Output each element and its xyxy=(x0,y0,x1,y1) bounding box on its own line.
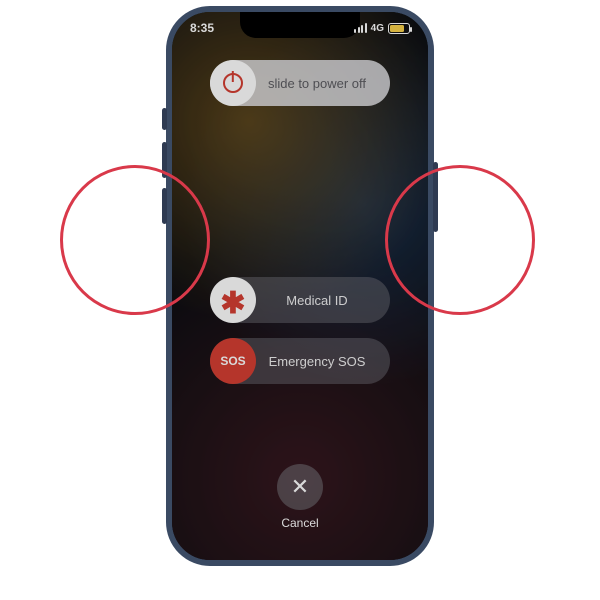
mute-switch[interactable] xyxy=(162,108,167,130)
power-icon xyxy=(223,73,243,93)
power-off-knob[interactable] xyxy=(210,60,256,106)
screen: 8:35 4G slide to power off ✱ Medical ID xyxy=(172,12,428,560)
battery-icon xyxy=(388,23,410,34)
signal-bars-icon xyxy=(354,23,367,33)
asterisk-icon: ✱ xyxy=(220,289,245,319)
annotation-circle-left xyxy=(60,165,210,315)
emergency-sos-slider[interactable]: SOS Emergency SOS xyxy=(210,338,390,384)
cancel-label: Cancel xyxy=(281,516,318,530)
network-label: 4G xyxy=(371,23,384,34)
cancel-area: ✕ Cancel xyxy=(277,464,323,530)
medical-id-label: Medical ID xyxy=(256,293,390,308)
iphone-frame: 8:35 4G slide to power off ✱ Medical ID xyxy=(166,6,434,566)
status-bar: 8:35 4G xyxy=(172,18,428,38)
cancel-button[interactable]: ✕ xyxy=(277,464,323,510)
power-off-label: slide to power off xyxy=(256,76,390,91)
annotation-circle-right xyxy=(385,165,535,315)
power-off-slider[interactable]: slide to power off xyxy=(210,60,390,106)
sos-knob[interactable]: SOS xyxy=(210,338,256,384)
status-time: 8:35 xyxy=(190,21,214,35)
medical-id-slider[interactable]: ✱ Medical ID xyxy=(210,277,390,323)
sos-icon-text: SOS xyxy=(220,354,245,368)
status-right: 4G xyxy=(354,23,410,34)
medical-id-knob[interactable]: ✱ xyxy=(210,277,256,323)
close-icon: ✕ xyxy=(291,476,309,498)
sos-label: Emergency SOS xyxy=(256,354,390,369)
